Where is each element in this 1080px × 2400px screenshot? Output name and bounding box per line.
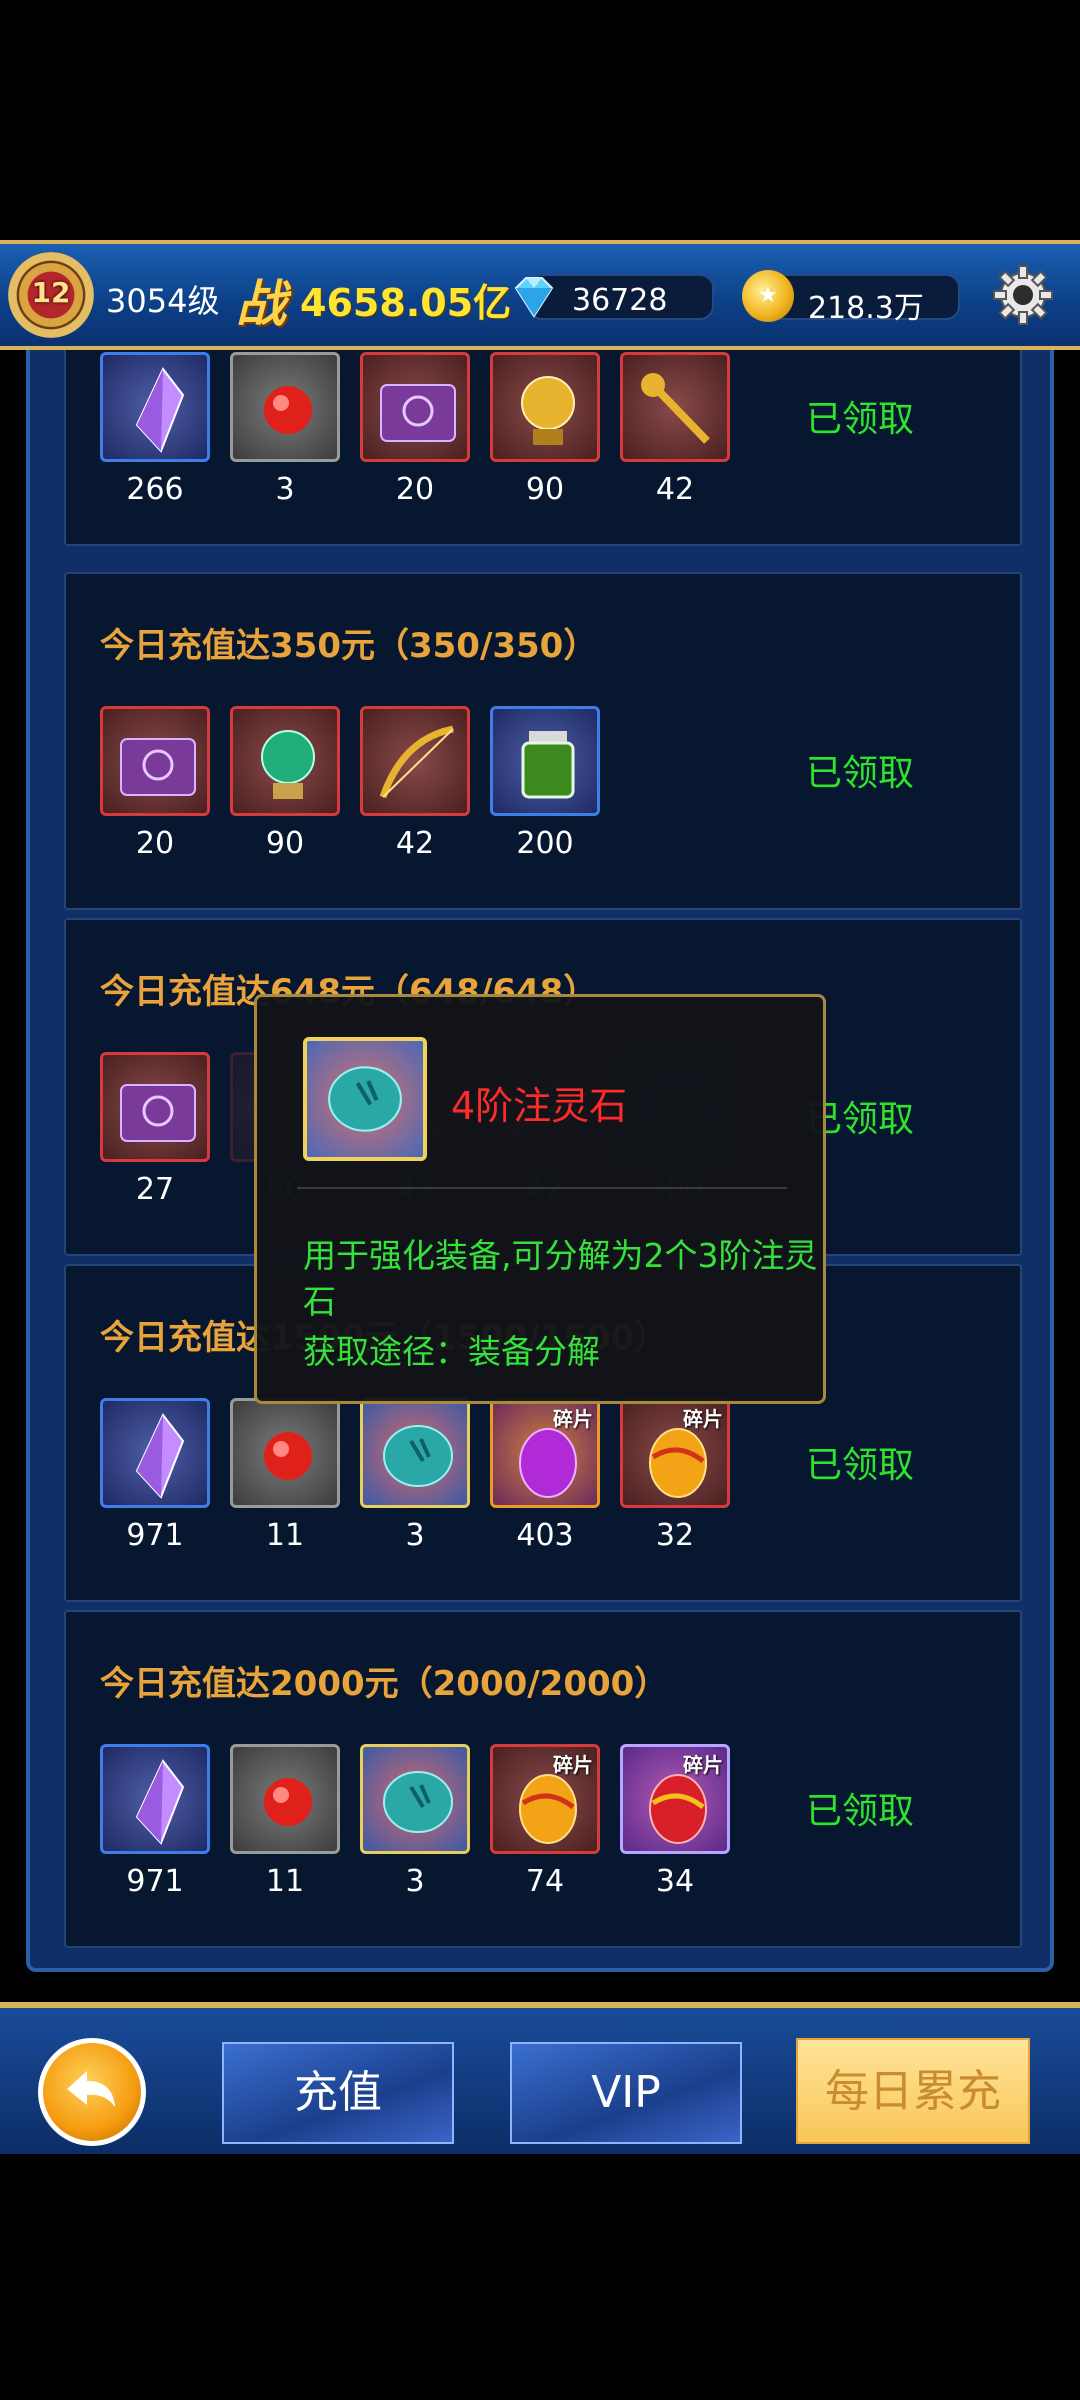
item-count: 20 [135, 826, 175, 861]
purple-book-icon [120, 1084, 196, 1142]
tooltip-item-icon [303, 1037, 427, 1161]
combat-power-icon: 战 [236, 275, 286, 333]
spirit-stone-icon [383, 1425, 453, 1487]
player-level: 3054级 [106, 282, 220, 320]
item-count: 74 [525, 1864, 565, 1899]
item-count: 90 [265, 826, 305, 861]
reward-item[interactable] [230, 1398, 340, 1508]
reward-item[interactable]: 碎片 [490, 1744, 600, 1854]
card-title: 今日充值达350元（350/350） [100, 626, 598, 666]
fragment-label: 碎片 [553, 1407, 593, 1431]
reward-card: 今日充值达2000元（2000/2000） 971 11 3 碎片 74 碎片 … [64, 1610, 1022, 1948]
purple-crystal-icon [135, 1413, 185, 1499]
gold-coin-icon: ★ [742, 270, 794, 322]
claimed-status: 已领取 [806, 1445, 915, 1486]
reward-item[interactable]: 碎片 [490, 1398, 600, 1508]
reward-item[interactable] [100, 706, 210, 816]
gold-counter[interactable]: 218.3万 [770, 274, 960, 326]
purple-crystal-icon [135, 1759, 185, 1845]
item-count: 403 [516, 1518, 574, 1553]
tooltip-divider [297, 1187, 787, 1189]
item-count: 266 [126, 472, 184, 507]
red-gem-icon [264, 386, 312, 434]
tooltip-source: 获取途径：装备分解 [303, 1332, 600, 1371]
item-count: 3 [405, 1864, 425, 1899]
tooltip-item-name: 4阶注灵石 [451, 1084, 628, 1128]
combat-power-value: 4658.05亿 [300, 281, 512, 325]
golden-orb-icon [521, 376, 575, 445]
reward-item[interactable] [230, 1744, 340, 1854]
reward-item[interactable] [100, 1744, 210, 1854]
card-title: 今日充值达2000元（2000/2000） [100, 1664, 669, 1704]
reward-item[interactable] [100, 352, 210, 462]
item-count: 3 [405, 1518, 425, 1553]
item-count: 90 [525, 472, 565, 507]
item-count: 200 [516, 826, 574, 861]
golden-key-icon [641, 373, 710, 444]
settings-gear-icon[interactable] [990, 262, 1056, 328]
item-count: 3 [275, 472, 295, 507]
vip-button[interactable]: VIP [510, 2042, 742, 2144]
reward-item[interactable] [100, 1052, 210, 1162]
reward-item[interactable] [230, 352, 340, 462]
reward-card: 今日充值达350元（350/350） 20 90 42 200 已领取 [64, 572, 1022, 910]
recharge-button[interactable]: 充值 [222, 2042, 454, 2144]
diamond-count: 36728 [572, 283, 668, 318]
red-gem-icon [264, 1778, 312, 1826]
reward-item[interactable]: 碎片 [620, 1744, 730, 1854]
reward-item[interactable] [490, 352, 600, 462]
back-button[interactable] [38, 2038, 146, 2146]
purple-book-icon [120, 738, 196, 796]
item-count: 11 [265, 1518, 305, 1553]
reward-item[interactable] [100, 1398, 210, 1508]
gold-count: 218.3万 [808, 291, 924, 326]
item-count: 32 [655, 1518, 695, 1553]
reward-item[interactable] [360, 352, 470, 462]
item-count: 20 [395, 472, 435, 507]
reward-item[interactable] [360, 1398, 470, 1508]
item-count: 11 [265, 1864, 305, 1899]
reward-item[interactable] [360, 1744, 470, 1854]
level-badge-number: 12 [31, 276, 71, 309]
golden-bow-icon [379, 725, 454, 799]
claimed-status: 已领取 [806, 399, 915, 440]
green-orb-icon [261, 730, 315, 799]
spirit-stone-icon [328, 1066, 402, 1132]
item-count: 42 [395, 826, 435, 861]
reward-card: 266 3 20 90 42 已领取 [64, 350, 1022, 546]
back-arrow-icon [67, 2071, 115, 2107]
tooltip-description: 用于强化装备,可分解为2个3阶注灵石 [303, 1236, 818, 1321]
fragment-label: 碎片 [553, 1753, 593, 1777]
reward-item[interactable] [490, 706, 600, 816]
reward-item[interactable] [230, 706, 340, 816]
daily-cumulative-recharge-tab[interactable]: 每日累充 [796, 2038, 1030, 2144]
purple-crystal-icon [135, 367, 185, 453]
green-potion-icon [521, 731, 575, 799]
spirit-stone-icon [383, 1771, 453, 1833]
top-status-bar: 12 3054级 战 4658.05亿 36728 218.3万 ★ [0, 240, 1080, 350]
purple-book-icon [380, 384, 456, 442]
reward-item[interactable] [620, 352, 730, 462]
item-count: 971 [126, 1864, 184, 1899]
claimed-status: 已领取 [806, 753, 915, 794]
item-count: 42 [655, 472, 695, 507]
red-gem-icon [264, 1432, 312, 1480]
bottom-nav-bar: 充值 VIP 每日累充 [0, 2002, 1080, 2154]
item-count: 34 [655, 1864, 695, 1899]
item-tooltip[interactable]: 4阶注灵石 用于强化装备,可分解为2个3阶注灵石 获取途径：装备分解 [254, 994, 826, 1404]
level-badge[interactable]: 12 [8, 252, 94, 338]
reward-item[interactable] [360, 706, 470, 816]
fragment-label: 碎片 [683, 1407, 723, 1431]
item-count: 971 [126, 1518, 184, 1553]
diamond-icon [514, 277, 554, 318]
reward-item[interactable]: 碎片 [620, 1398, 730, 1508]
claimed-status: 已领取 [806, 1791, 915, 1832]
item-count: 27 [135, 1172, 175, 1207]
fragment-label: 碎片 [683, 1753, 723, 1777]
